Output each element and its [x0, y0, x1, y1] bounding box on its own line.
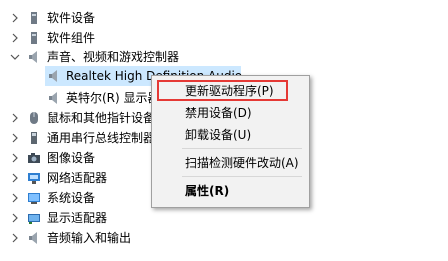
- menu-separator: [182, 176, 302, 177]
- network-adapter-icon: [27, 171, 41, 185]
- tree-item-label: 图像设备: [47, 151, 96, 165]
- chevron-right-icon[interactable]: [10, 113, 20, 123]
- chevron-right-icon[interactable]: [10, 193, 20, 203]
- tree-item-label: 音频输入和输出: [47, 231, 132, 245]
- speaker-icon: [27, 50, 41, 64]
- chevron-right-icon[interactable]: [10, 153, 20, 163]
- menu-item-label: 卸载设备(U): [185, 128, 252, 142]
- audio-io-icon: [27, 231, 41, 245]
- chevron-right-icon[interactable]: [10, 133, 20, 143]
- tree-item-audio-inputs-outputs[interactable]: 音频输入和输出: [0, 228, 448, 248]
- chevron-right-icon[interactable]: [10, 213, 20, 223]
- speaker-icon: [47, 69, 61, 83]
- tree-item-label: 鼠标和其他指针设备: [47, 111, 156, 125]
- tree-item-label: 软件组件: [47, 31, 96, 45]
- chevron-right-icon[interactable]: [10, 33, 20, 43]
- highlight-annotation-box: [157, 80, 288, 101]
- menu-item-uninstall-device[interactable]: 卸载设备(U): [152, 125, 309, 145]
- tree-item-label: 声音、视频和游戏控制器: [47, 50, 180, 64]
- tree-item-sound-video-game-controllers[interactable]: 声音、视频和游戏控制器: [0, 47, 448, 67]
- system-device-icon: [27, 191, 41, 205]
- speaker-icon: [47, 91, 61, 105]
- tree-item-label: 网络适配器: [47, 171, 108, 185]
- menu-item-disable-device[interactable]: 禁用设备(D): [152, 103, 309, 123]
- tree-item-label: 通用串行总线控制器: [47, 131, 156, 145]
- menu-item-scan-hardware[interactable]: 扫描检测硬件改动(A): [152, 153, 309, 173]
- menu-item-label: 禁用设备(D): [185, 106, 252, 120]
- mouse-icon: [27, 111, 41, 125]
- display-adapter-icon: [27, 211, 41, 225]
- tree-item-software-devices[interactable]: 软件设备: [0, 8, 448, 28]
- menu-item-label: 扫描检测硬件改动(A): [185, 156, 299, 170]
- software-device-icon: [27, 11, 41, 25]
- tree-item-label: 显示适配器: [47, 211, 108, 225]
- chevron-right-icon[interactable]: [10, 233, 20, 243]
- camera-icon: [27, 151, 41, 165]
- menu-item-properties[interactable]: 属性(R): [152, 181, 309, 201]
- chevron-right-icon[interactable]: [10, 13, 20, 23]
- tree-item-label: 系统设备: [47, 191, 96, 205]
- menu-separator: [182, 148, 302, 149]
- software-component-icon: [27, 31, 41, 45]
- menu-item-label: 属性(R): [185, 184, 230, 198]
- tree-item-label: 软件设备: [47, 11, 96, 25]
- chevron-down-icon[interactable]: [10, 52, 20, 62]
- chevron-right-icon[interactable]: [10, 173, 20, 183]
- usb-icon: [27, 131, 41, 145]
- tree-item-display-adapters[interactable]: 显示适配器: [0, 208, 448, 228]
- tree-item-software-components[interactable]: 软件组件: [0, 28, 448, 48]
